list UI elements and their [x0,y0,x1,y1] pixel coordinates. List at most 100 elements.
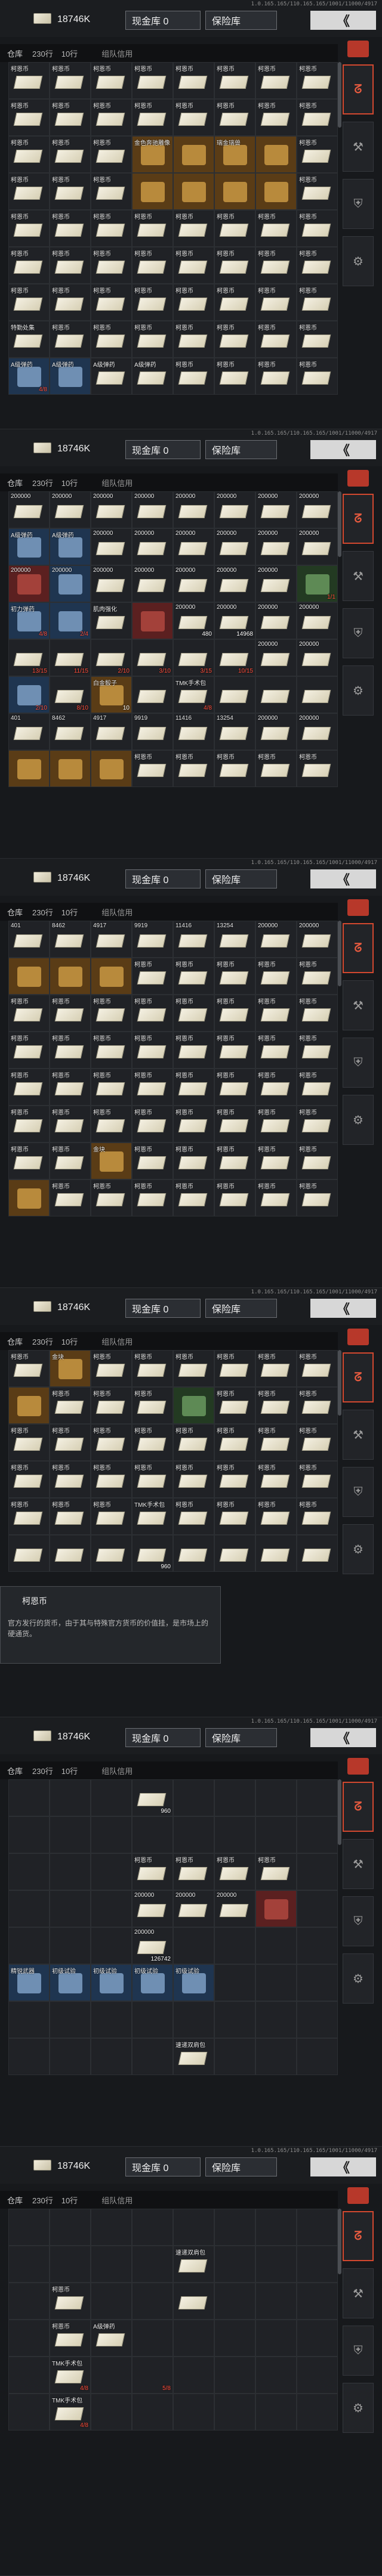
inventory-slot[interactable]: 柯恩币 [214,1179,255,1216]
inventory-slot[interactable] [132,2394,173,2431]
inventory-slot[interactable]: 柯恩币 [173,321,214,358]
inventory-slot[interactable]: 11416 [173,713,214,750]
inventory-slot[interactable]: 柯恩币 [255,358,297,395]
inventory-slot[interactable]: 柯恩币 [297,62,338,99]
tab-gear[interactable]: ⛨ [343,2326,374,2376]
inventory-slot[interactable] [91,1779,132,1816]
inventory-slot[interactable]: 柯恩币 [173,358,214,395]
inventory-slot[interactable]: 柯恩币 [214,1032,255,1069]
back-button[interactable]: 《 [310,2157,376,2176]
inventory-slot[interactable]: 柯恩币 [50,1424,91,1461]
inventory-slot[interactable]: 200000 14968 [214,602,255,639]
inventory-slot[interactable] [8,2283,50,2320]
inventory-slot[interactable]: 4917 [91,713,132,750]
inventory-slot[interactable]: 柯恩币 [255,210,297,247]
inventory-slot[interactable]: 柯恩币 [214,1387,255,1424]
inventory-slot[interactable]: 200000 126742 [132,1927,173,1964]
inventory-slot[interactable]: 柯恩币 [91,284,132,321]
inventory-slot[interactable]: 柯恩币 [50,1032,91,1069]
inventory-slot[interactable]: 11416 [173,921,214,958]
inventory-slot[interactable]: 2/10 [91,639,132,676]
inventory-slot[interactable]: 柯恩币 [255,62,297,99]
inventory-slot[interactable]: A级弹药 [91,358,132,395]
inventory-slot[interactable]: 柯恩币 [173,1032,214,1069]
inventory-slot[interactable] [8,2038,50,2075]
team-credit-tab[interactable]: 组队信用 [101,48,133,59]
tab-all[interactable]: ᘔ [343,923,374,973]
scrollbar[interactable] [338,62,341,128]
inventory-slot[interactable]: 柯恩币 [255,1387,297,1424]
inventory-slot[interactable]: 9919 [132,713,173,750]
tab-all[interactable]: ᘔ [343,2211,374,2261]
inventory-slot[interactable]: 柯恩币 [255,284,297,321]
inventory-slot[interactable]: 速递双肩包 [173,2038,214,2075]
inventory-slot[interactable] [255,1816,297,1853]
inventory-slot[interactable]: 柯恩币 [50,2320,91,2357]
warehouse-label[interactable]: 仓库 [7,1336,23,1347]
inventory-slot[interactable]: 柯恩币 [8,1143,50,1179]
inventory-slot[interactable]: 10/15 [214,639,255,676]
inventory-slot[interactable]: 柯恩币 [8,1424,50,1461]
inventory-slot[interactable]: 200000 [297,602,338,639]
inventory-slot[interactable]: 3/10 [132,639,173,676]
inventory-slot[interactable]: 柯恩币 [132,321,173,358]
inventory-slot[interactable]: 柯恩币 [214,1350,255,1387]
inventory-slot[interactable]: 13254 [214,713,255,750]
safe-button[interactable]: 保险库 [205,2157,277,2176]
tab-gear[interactable]: ⛨ [343,608,374,658]
tab-items[interactable]: ⚙ [343,1095,374,1145]
inventory-slot[interactable] [8,1816,50,1853]
inventory-slot[interactable]: 白金骰子 10 [91,676,132,713]
inventory-slot[interactable] [214,2001,255,2038]
inventory-slot[interactable]: 200000 [297,491,338,528]
inventory-slot[interactable] [132,676,173,713]
inventory-slot[interactable] [50,2209,91,2246]
tab-weapons[interactable]: ⚒ [343,122,374,172]
inventory-slot[interactable]: 柯恩币 [214,1498,255,1535]
inventory-slot[interactable]: 柯恩币 [255,1106,297,1143]
inventory-slot[interactable]: 柯恩币 [8,1106,50,1143]
inventory-slot[interactable] [50,1779,91,1816]
inventory-slot[interactable]: 柯恩币 [132,1461,173,1498]
inventory-slot[interactable]: 柯恩币 [297,173,338,210]
inventory-slot[interactable]: 柯恩币 [173,1069,214,1106]
inventory-slot[interactable]: 柯恩币 [132,995,173,1032]
inventory-slot[interactable]: 柯恩币 [173,1179,214,1216]
inventory-slot[interactable] [91,2209,132,2246]
team-credit-tab[interactable]: 组队信用 [101,477,133,488]
inventory-slot[interactable]: 8/10 [50,676,91,713]
inventory-slot[interactable] [173,1387,214,1424]
inventory-slot[interactable] [50,750,91,787]
inventory-slot[interactable]: 柯恩币 [50,284,91,321]
backpack-icon[interactable] [347,2187,369,2204]
inventory-slot[interactable]: 5/8 [132,2357,173,2394]
backpack-icon[interactable] [347,1329,369,1345]
inventory-slot[interactable] [297,2246,338,2283]
inventory-slot[interactable] [91,1816,132,1853]
inventory-slot[interactable]: 柯恩币 [132,1143,173,1179]
inventory-slot[interactable] [214,173,255,210]
inventory-slot[interactable] [91,1890,132,1927]
inventory-slot[interactable]: 柯恩币 [91,247,132,284]
inventory-slot[interactable]: 柯恩币 [297,750,338,787]
inventory-slot[interactable]: 8462 [50,713,91,750]
inventory-slot[interactable] [8,750,50,787]
inventory-slot[interactable]: 柯恩币 [50,1106,91,1143]
inventory-slot[interactable]: TMK手术包 4/8 [50,2357,91,2394]
inventory-slot[interactable] [214,2357,255,2394]
inventory-slot[interactable] [255,2357,297,2394]
inventory-slot[interactable]: 柯恩币 [91,1032,132,1069]
inventory-slot[interactable]: 柯恩币 [8,1498,50,1535]
inventory-slot[interactable]: 柯恩币 [297,1387,338,1424]
inventory-slot[interactable]: 柯恩币 [297,136,338,173]
inventory-slot[interactable]: 柯恩币 [255,750,297,787]
inventory-slot[interactable] [50,1927,91,1964]
inventory-slot[interactable] [297,2283,338,2320]
tab-all[interactable]: ᘔ [343,64,374,114]
inventory-slot[interactable]: 9919 [132,921,173,958]
inventory-slot[interactable]: 柯恩币 [297,1350,338,1387]
inventory-slot[interactable]: 柯恩币 [132,247,173,284]
inventory-slot[interactable] [8,1853,50,1890]
inventory-slot[interactable] [297,2394,338,2431]
inventory-slot[interactable]: 柯恩币 [297,1069,338,1106]
